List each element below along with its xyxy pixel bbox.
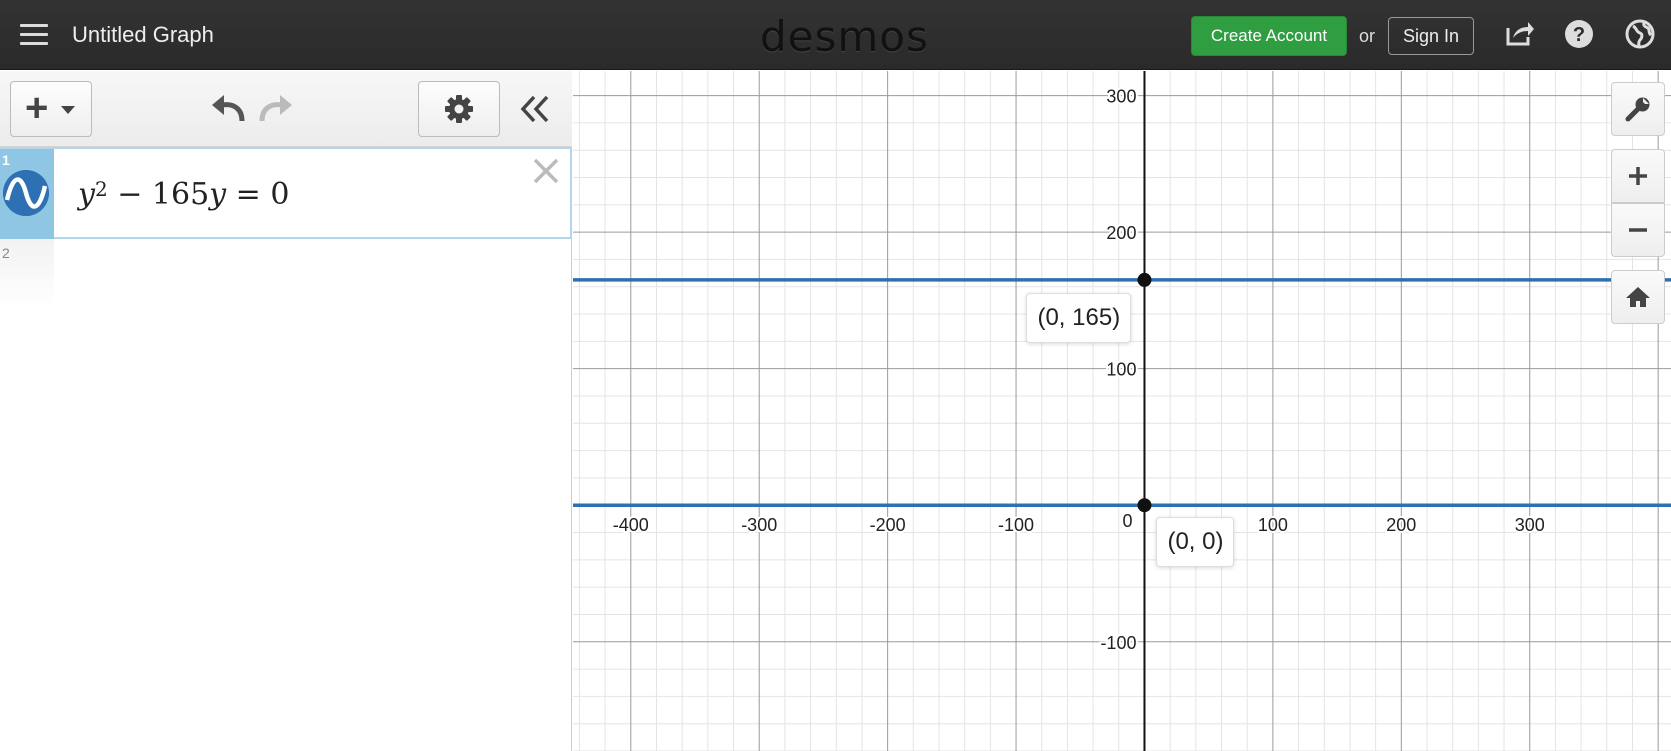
x-tick-label: -300	[741, 515, 777, 535]
graph-canvas[interactable]: -400 -300 -200 -100 100 200 300 300 200 100 -100 0	[573, 71, 1671, 751]
math-term: = 0	[226, 177, 290, 212]
y-tick-label: 200	[1106, 223, 1136, 243]
point-marker[interactable]	[1137, 272, 1152, 287]
point-coordinate-label: (0, 165)	[1026, 292, 1132, 343]
expression-tab[interactable]: 2	[0, 239, 54, 309]
share-icon[interactable]	[1503, 18, 1535, 50]
math-variable: y	[209, 177, 227, 212]
menu-icon[interactable]	[20, 22, 48, 46]
chevron-down-icon	[61, 106, 75, 114]
x-tick-label: 100	[1258, 515, 1288, 535]
expression-index: 1	[2, 152, 10, 168]
gear-icon	[445, 95, 473, 123]
svg-text:?: ?	[1573, 24, 1585, 46]
expression-row[interactable]: 2	[0, 239, 572, 309]
math-variable: y	[78, 177, 95, 212]
zoom-in-button[interactable]	[1611, 149, 1665, 203]
wrench-icon	[1625, 97, 1650, 122]
x-tick-label: -400	[613, 515, 649, 535]
point-coordinate-label: (0, 0)	[1156, 517, 1235, 568]
math-exponent: 2	[94, 177, 108, 201]
sign-in-button[interactable]: Sign In	[1388, 17, 1474, 55]
expression-index: 2	[2, 245, 10, 261]
expression-row[interactable]: 1 y2 − 165y = 0	[0, 147, 572, 239]
expression-panel: + 1 y2 − 165y = 0 2	[0, 71, 572, 751]
graph-settings-wrench-button[interactable]	[1611, 82, 1665, 136]
add-item-button[interactable]: +	[10, 81, 92, 137]
graph-settings-button[interactable]	[418, 81, 500, 137]
graph-title[interactable]: Untitled Graph	[72, 22, 214, 48]
desmos-logo: desmos	[760, 12, 929, 61]
x-tick-label: -200	[870, 515, 906, 535]
close-icon[interactable]	[530, 155, 562, 187]
or-separator: or	[1359, 26, 1376, 46]
add-icon: +	[25, 86, 49, 130]
y-tick-label: 100	[1106, 360, 1136, 380]
zoom-out-button[interactable]	[1611, 203, 1665, 257]
create-account-button[interactable]: Create Account	[1191, 16, 1347, 56]
expression-input[interactable]: y2 − 165y = 0	[78, 177, 289, 212]
sine-wave-icon[interactable]	[3, 170, 49, 216]
origin-label: 0	[1122, 511, 1132, 531]
y-tick-label: 300	[1106, 87, 1136, 107]
collapse-panel-icon[interactable]	[518, 91, 552, 127]
language-globe-icon[interactable]	[1624, 18, 1656, 50]
zoom-out-icon	[1629, 228, 1647, 232]
graph-paper[interactable]: -400 -300 -200 -100 100 200 300 300 200 100 -100 0 …	[573, 71, 1671, 751]
tick-labels: -400 -300 -200 -100 100 200 300 300 200 100 -100 0	[611, 85, 1547, 655]
y-tick-label: -100	[1100, 633, 1136, 653]
point-marker[interactable]	[1137, 498, 1152, 513]
x-tick-label: 300	[1515, 515, 1545, 535]
default-viewport-button[interactable]	[1611, 270, 1665, 324]
expression-toolbar: +	[0, 71, 572, 147]
redo-icon[interactable]	[256, 91, 296, 127]
home-icon	[1626, 287, 1650, 307]
expression-tab[interactable]: 1	[0, 149, 54, 239]
math-term: − 165	[107, 177, 210, 212]
undo-icon[interactable]	[208, 91, 248, 127]
zoom-in-icon	[1629, 167, 1647, 185]
x-tick-label: -100	[998, 515, 1034, 535]
x-tick-label: 200	[1386, 515, 1416, 535]
help-icon[interactable]: ?	[1563, 18, 1595, 50]
top-bar: Untitled Graph desmos Create Account or …	[0, 0, 1671, 70]
